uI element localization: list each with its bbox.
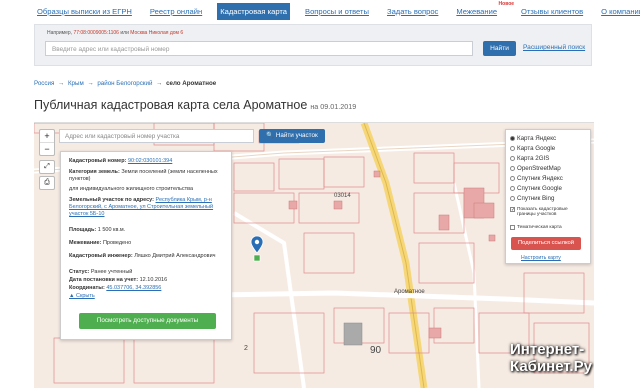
survey-label: Межевание: [69,240,102,246]
nav-item-faq[interactable]: Вопросы и ответы [302,3,372,20]
breadcrumb-separator: → [156,80,163,87]
map-label-parcel-90: 90 [370,345,382,356]
show-borders-checkbox[interactable]: ✓ Показать кадастровые границы участков [510,207,586,217]
breadcrumb-separator: → [58,80,65,87]
view-documents-button[interactable]: Посмотреть доступные документы [79,313,216,329]
map-label-village: Ароматное [394,289,425,295]
zoom-out-button[interactable]: − [40,143,54,155]
radio-icon [510,176,515,181]
layer-option[interactable]: Спутник Яндекс [510,175,563,182]
fullscreen-icon[interactable]: ⤢ [39,160,55,174]
advanced-search-link[interactable]: Расширенный поиск [523,44,585,51]
nav-item-ask-question[interactable]: Задать вопрос [384,3,441,20]
parcel-info-popup: Кадастровый номер: 90:02:030101:394 Кате… [60,151,232,340]
search-hint: Например, 77:08:0009005:1106 или Москва … [47,30,184,36]
zoom-in-button[interactable]: + [40,130,54,143]
map-search-input[interactable]: Адрес или кадастровый номер участка [59,129,254,143]
radio-icon [510,156,515,161]
breadcrumb-crimea[interactable]: Крым [68,80,84,87]
map-settings-link[interactable]: Настроить карту [521,255,561,261]
layer-option[interactable]: Карта Яндекс [510,135,556,142]
reg-date-value: 12.10.2016 [139,277,168,283]
status-row: Статус: Ранее учтенный [69,269,229,276]
search-icon: 🔍 [266,132,275,139]
search-panel: Например, 77:08:0009005:1106 или Москва … [34,24,592,66]
engineer-label: Кадастровый инженер: [69,253,133,259]
address-label: Земельный участок по адресу: [69,197,154,203]
nav-item-about[interactable]: О компании [598,3,640,20]
new-badge: Новое [498,0,515,7]
breadcrumb: Россия → Крым → район Белогорский → село… [34,80,216,87]
reg-date-label: Дата постановки на учет: [69,277,139,283]
area-value: 1 500 кв.м. [97,227,126,233]
page-title-date: на 09.01.2019 [310,102,357,111]
checkbox-icon [510,225,515,230]
layer-option[interactable]: Карта Google [510,145,555,152]
radio-checked-icon [510,136,515,141]
checkbox-checked-icon: ✓ [510,207,516,213]
page-title-text: Публичная кадастровая карта села Ароматн… [34,98,308,112]
status-value: Ранее учтенный [90,269,133,275]
cadastral-map[interactable]: 03014 Ароматное 2 90 + − ⤢ ⎙ Адрес или к… [34,122,594,388]
hint-example-address[interactable]: Москва Николая дом 6 [130,30,183,36]
reg-date-row: Дата постановки на учет: 12.10.2016 [69,277,229,284]
search-button[interactable]: Найти [483,41,516,56]
engineer-row: Кадастровый инженер: Ляшко Дмитрий Алекс… [69,253,229,260]
watermark-line1: Интернет- [510,341,585,358]
area-row: Площадь: 1 500 кв.м. [69,227,229,234]
survey-value: Проведено [102,240,132,246]
watermark-line2: Кабинет.Ру [510,358,592,375]
search-input[interactable]: Введите адрес или кадастровый номер [45,41,473,56]
coords-link[interactable]: 45.037706, 34.392856 [106,285,161,291]
cad-number-link[interactable]: 90:02:030101:394 [128,158,172,164]
layer-option[interactable]: Спутник Google [510,185,562,192]
layer-option[interactable]: OpenStreetMap [510,165,561,172]
nav-item-land-survey[interactable]: Межевание Новое [453,1,514,20]
map-search-button-label: Найти участок [275,132,318,139]
nav-item-reviews[interactable]: Отзывы клиентов [518,3,586,20]
status-label: Статус: [69,269,90,275]
map-label-parcel-2: 2 [244,345,248,352]
top-nav: Образцы выписки из ЕГРН Реестр онлайн Ка… [0,0,640,22]
share-link-button[interactable]: Поделиться ссылкой [511,237,581,250]
breadcrumb-russia[interactable]: Россия [34,80,54,87]
cad-number-label: Кадастровый номер: [69,158,127,164]
breadcrumb-separator: → [87,80,94,87]
hide-link[interactable]: ▲ Скрыть [69,293,95,299]
category-row: Категория земель: Земли поселений (земли… [69,169,229,183]
category-label: Категория земель: [69,169,120,175]
thematic-map-checkbox[interactable]: Тематическая карта [510,225,562,230]
zoom-control: + − [39,129,55,156]
breadcrumb-current: село Ароматное [166,80,217,87]
area-label: Площадь: [69,227,97,233]
location-pin-icon[interactable] [250,235,264,263]
nav-item-registry-online[interactable]: Реестр онлайн [147,3,205,20]
nav-item-cadastral-map[interactable]: Кадастровая карта [217,2,291,20]
survey-row: Межевание: Проведено [69,240,229,247]
layer-option[interactable]: Карта 2GIS [510,155,549,162]
page-title: Публичная кадастровая карта села Ароматн… [34,98,356,112]
print-icon[interactable]: ⎙ [39,176,55,190]
engineer-value: Ляшко Дмитрий Александрович [134,253,216,259]
address-row: Земельный участок по адресу: Республика … [69,197,229,218]
layer-switcher: Карта Яндекс Карта Google Карта 2GIS Ope… [505,129,591,264]
site-watermark: Интернет- Кабинет.Ру [510,341,592,375]
use-row: для индивидуального жилищного строительс… [69,186,229,193]
cad-number-row: Кадастровый номер: 90:02:030101:394 [69,158,229,165]
map-label-block: 03014 [334,193,351,199]
hint-example-number[interactable]: 77:08:0009005:1106 [73,30,119,36]
nav-item-land-survey-label: Межевание [456,6,498,16]
coords-row: Координаты: 45.037706, 34.392856 [69,285,229,292]
radio-icon [510,146,515,151]
radio-icon [510,196,515,201]
layer-option[interactable]: Спутник Bing [510,195,554,202]
nav-item-egrn-samples[interactable]: Образцы выписки из ЕГРН [34,3,135,20]
hide-row: ▲ Скрыть [69,293,229,300]
radio-icon [510,186,515,191]
radio-icon [510,166,515,171]
permitted-use-value: для индивидуального жилищного строительс… [69,186,194,192]
map-search-button[interactable]: 🔍 Найти участок [259,129,325,143]
coords-label: Координаты: [69,285,105,291]
breadcrumb-district[interactable]: район Белогорский [97,80,152,87]
